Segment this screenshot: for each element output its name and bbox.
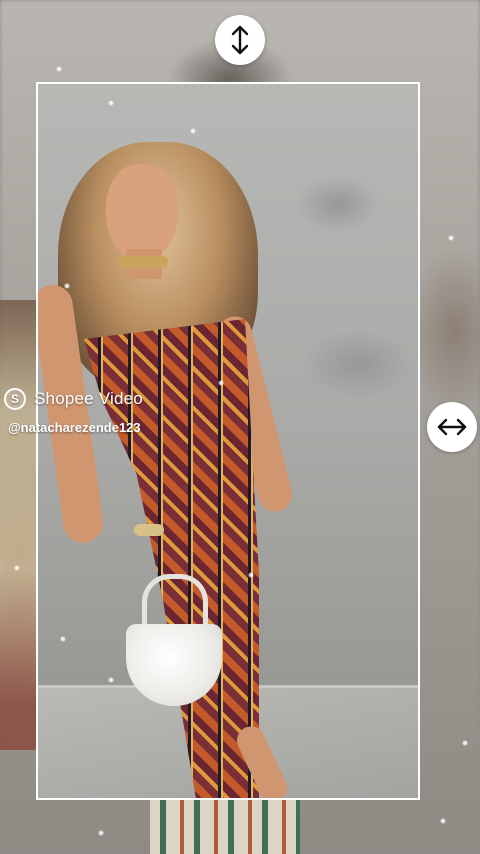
sparkle [14,565,20,571]
sparkle [108,100,114,106]
horizontal-resize-arrows-icon [437,418,467,436]
sparkle [56,66,62,72]
sparkle [98,830,104,836]
sparkle [248,572,254,578]
sparkle [462,740,468,746]
background-left-figure [0,300,36,750]
vertical-resize-arrows-icon [231,25,249,55]
shopee-video-watermark: S Shopee Video @natacharezende123 [4,388,143,435]
sparkle [64,283,70,289]
sparkle [440,818,446,824]
shopee-logo-icon: S [4,388,26,410]
sparkle [108,677,114,683]
bracelet [134,524,164,536]
creator-handle: @natacharezende123 [8,420,141,435]
gold-choker [118,256,168,268]
video-crop-frame[interactable] [36,82,420,800]
sparkle [448,235,454,241]
brand-row: S Shopee Video [4,388,143,410]
background-dress-hem [150,800,300,854]
vertical-resize-handle[interactable] [215,15,265,65]
sparkle [218,380,224,386]
model-face [106,164,178,260]
sparkle [60,636,66,642]
sparkle [190,128,196,134]
brand-name: Shopee Video [34,389,143,408]
horizontal-resize-handle[interactable] [427,402,477,452]
